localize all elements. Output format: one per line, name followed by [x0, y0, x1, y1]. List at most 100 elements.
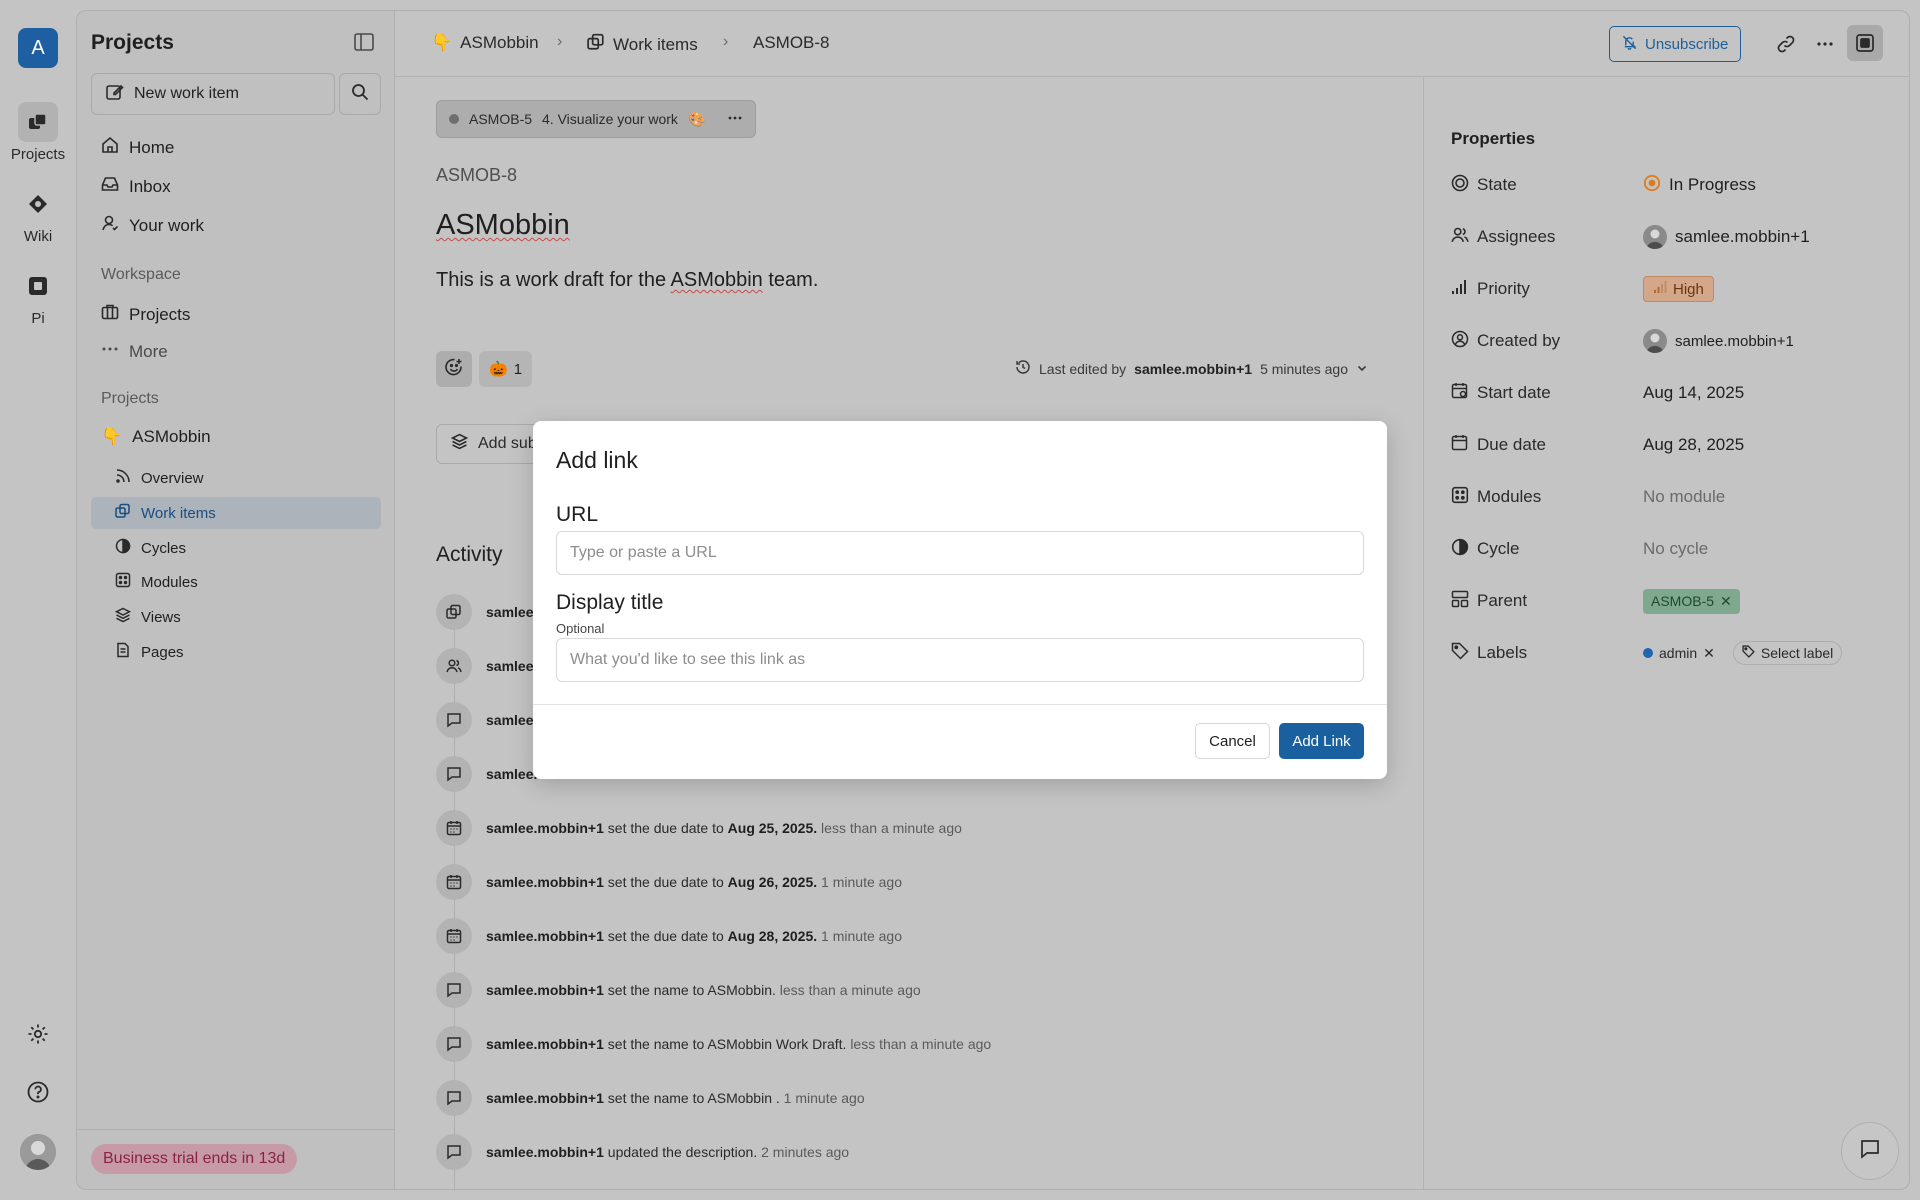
- start-date-picker[interactable]: Aug 14, 2025: [1643, 383, 1744, 403]
- rail-item-label: Pi: [31, 310, 45, 327]
- url-input[interactable]: [556, 531, 1364, 575]
- add-reaction-button[interactable]: [436, 351, 472, 387]
- modules-icon: [1451, 486, 1469, 509]
- projects-icon: [18, 102, 58, 142]
- label-name: admin: [1659, 645, 1698, 661]
- avatar: [1643, 329, 1667, 353]
- layers-icon: [587, 33, 605, 56]
- rail-item-projects[interactable]: Projects: [0, 102, 76, 163]
- wiki-icon: [18, 184, 58, 224]
- last-edited-info[interactable]: Last edited by samlee.mobbin+1 5 minutes…: [1015, 359, 1368, 378]
- activity-time: 1 minute ago: [821, 874, 902, 890]
- activity-action: set the name to ASMobbin Work Draft.: [607, 1036, 847, 1052]
- property-label: Labels: [1477, 643, 1528, 662]
- parent-dropdown[interactable]: ASMOB-5 ✕: [1643, 588, 1740, 614]
- sidebar-toggle-icon[interactable]: [354, 33, 374, 56]
- property-assignees: Assignees samlee.mobbin+1: [1451, 222, 1891, 252]
- activity-user[interactable]: samlee.mobbin+1: [486, 1090, 604, 1106]
- nav-item-inbox[interactable]: Inbox: [101, 175, 171, 198]
- nav-item-label: Inbox: [129, 176, 171, 196]
- label-chip-admin[interactable]: admin ✕: [1643, 642, 1723, 665]
- modules-dropdown[interactable]: No module: [1643, 487, 1725, 507]
- description-text: This is a work draft for the: [436, 269, 671, 291]
- parent-icon: [1451, 590, 1469, 613]
- settings-icon[interactable]: [18, 1014, 58, 1054]
- activity-user[interactable]: samlee.mobbin+1: [486, 820, 604, 836]
- activity-user[interactable]: samlee.mobbin+1: [486, 982, 604, 998]
- trial-badge[interactable]: Business trial ends in 13d: [91, 1144, 298, 1174]
- remove-icon[interactable]: ✕: [1703, 645, 1715, 662]
- activity-user[interactable]: samlee.: [486, 712, 537, 728]
- nav-item-home[interactable]: Home: [101, 136, 174, 159]
- nav-item-projects[interactable]: Projects: [101, 303, 190, 326]
- chevron-down-icon: [1356, 361, 1368, 377]
- activity-action: set the due date to: [607, 928, 724, 944]
- activity-user[interactable]: samlee.mobbin+1: [486, 928, 604, 944]
- sidebar-item-work-items[interactable]: Work items: [91, 497, 381, 529]
- sidebar-item-label: Modules: [141, 573, 198, 591]
- help-icon[interactable]: [18, 1072, 58, 1112]
- sidebar-item-views[interactable]: Views: [91, 601, 381, 633]
- display-title-input[interactable]: [556, 638, 1364, 682]
- rail-item-pi[interactable]: Pi: [0, 266, 76, 327]
- property-start-date: Start date Aug 14, 2025: [1451, 378, 1891, 408]
- property-value: samlee.mobbin+1: [1675, 227, 1810, 246]
- new-work-item-button[interactable]: New work item: [91, 73, 335, 115]
- activity-user[interactable]: samlee.: [486, 766, 537, 782]
- activity-time: less than a minute ago: [850, 1036, 992, 1052]
- project-emoji: 👇: [431, 33, 453, 52]
- due-date-picker[interactable]: Aug 28, 2025: [1643, 435, 1744, 455]
- search-button[interactable]: [339, 73, 381, 115]
- state-dropdown[interactable]: In Progress: [1643, 174, 1756, 197]
- activity-user[interactable]: samlee.: [486, 658, 537, 674]
- breadcrumb-work-items[interactable]: Work items: [587, 33, 698, 56]
- work-item-description[interactable]: This is a work draft for the ASMobbin te…: [436, 269, 818, 292]
- user-avatar[interactable]: [20, 1134, 56, 1170]
- sidebar-item-overview[interactable]: Overview: [91, 462, 381, 494]
- more-options-icon[interactable]: [727, 110, 743, 129]
- briefcase-icon: [101, 303, 119, 326]
- unsubscribe-button[interactable]: Unsubscribe: [1609, 26, 1742, 62]
- parent-badge: ASMOB-5 ✕: [1643, 588, 1740, 614]
- activity-action: updated the description.: [607, 1144, 758, 1160]
- priority-badge: High: [1643, 276, 1714, 302]
- sidebar-item-pages[interactable]: Pages: [91, 636, 381, 668]
- nav-item-more[interactable]: More: [101, 340, 168, 363]
- add-link-button[interactable]: Add Link: [1279, 723, 1364, 759]
- parent-work-item-chip[interactable]: ASMOB-5 4. Visualize your work 🎨: [436, 100, 756, 138]
- remove-icon[interactable]: ✕: [1720, 593, 1732, 610]
- cycle-dropdown[interactable]: No cycle: [1643, 539, 1708, 559]
- project-asmobbin[interactable]: 👇 ASMobbin: [101, 427, 211, 447]
- breadcrumb-project[interactable]: 👇 ASMobbin: [431, 33, 539, 53]
- activity-user[interactable]: samlee.mobbin+1: [486, 874, 604, 890]
- cancel-button[interactable]: Cancel: [1195, 723, 1270, 759]
- priority-dropdown[interactable]: High: [1643, 276, 1714, 302]
- sidebar-item-modules[interactable]: Modules: [91, 566, 381, 598]
- property-value: High: [1673, 280, 1704, 298]
- breadcrumb-chevron-icon: ›: [557, 33, 563, 50]
- feedback-button[interactable]: [1841, 1122, 1899, 1180]
- activity-user[interactable]: samlee.mobbin+1: [486, 1036, 604, 1052]
- last-edited-prefix: Last edited by: [1039, 360, 1127, 377]
- modal-divider: [533, 704, 1387, 705]
- select-label-button[interactable]: Select label: [1732, 641, 1843, 665]
- nav-item-your-work[interactable]: Your work: [101, 214, 204, 237]
- workspace-avatar[interactable]: A: [18, 28, 58, 68]
- property-value: No module: [1643, 487, 1726, 506]
- reaction-chip[interactable]: 🎃 1: [479, 351, 533, 387]
- reaction-emoji: 🎃: [489, 361, 508, 378]
- more-options-icon[interactable]: [1812, 31, 1838, 57]
- sidebar-item-label: Overview: [141, 469, 204, 487]
- activity-user[interactable]: samlee.mobbin+1: [486, 1144, 604, 1160]
- users-icon: [436, 648, 472, 684]
- assignees-dropdown[interactable]: samlee.mobbin+1: [1643, 225, 1810, 249]
- calendar-icon: [436, 918, 472, 954]
- property-parent: Parent ASMOB-5 ✕: [1451, 586, 1891, 616]
- link-icon[interactable]: [1773, 31, 1799, 57]
- rail-item-wiki[interactable]: Wiki: [0, 184, 76, 245]
- sidebar-item-cycles[interactable]: Cycles: [91, 532, 381, 564]
- activity-user[interactable]: samlee.: [486, 604, 537, 620]
- work-item-title[interactable]: ASMobbin: [436, 209, 570, 242]
- peek-view-toggle-icon[interactable]: [1847, 25, 1883, 61]
- property-label: Priority: [1477, 279, 1530, 298]
